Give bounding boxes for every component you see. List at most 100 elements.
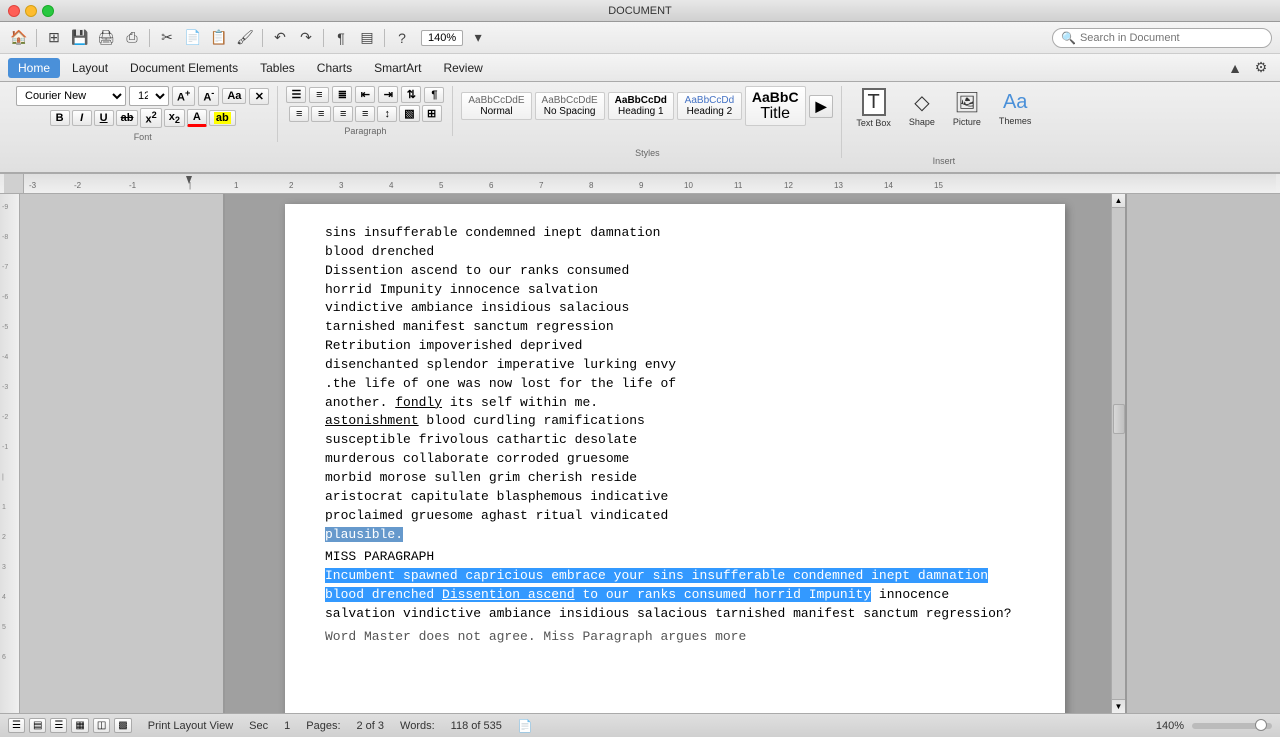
subscript-button[interactable]: x2 [164,109,185,127]
scroll-down-button[interactable]: ▼ [1112,699,1125,713]
insert-row: T Text Box ◇ Shape 🖼 Picture Aa Themes [850,86,1037,130]
view-btn-4[interactable]: ▦ [71,718,88,733]
zoom-slider[interactable] [1192,723,1272,729]
paste-icon[interactable]: 📋 [208,27,230,49]
redo-icon[interactable]: ↷ [295,27,317,49]
grid-icon[interactable]: ⊞ [43,27,65,49]
document-area[interactable]: sins insufferable condemned inept damnat… [225,194,1125,713]
search-input[interactable] [1080,32,1263,44]
menu-home[interactable]: Home [8,58,60,78]
collapse-ribbon-icon[interactable]: ▲ [1224,57,1246,79]
help-icon[interactable]: ? [391,27,413,49]
line-spacing-button[interactable]: ↕ [377,106,397,122]
align-right-button[interactable]: ≡ [333,106,353,122]
print-icon[interactable]: 🖨 [95,27,117,49]
menu-document-elements[interactable]: Document Elements [120,58,248,78]
font-group-label: Font [134,132,152,142]
increase-indent-button[interactable]: ⇥ [378,86,398,103]
svg-text:2: 2 [289,181,294,190]
scroll-thumb[interactable] [1113,404,1125,434]
left-panel: -9 -8 -7 -6 -5 -4 -3 -2 -1 | 1 2 3 4 5 6… [0,194,225,713]
font-case-button[interactable]: Aa [222,88,246,104]
font-color-button[interactable]: A [187,109,207,127]
options-icon[interactable]: ⚙ [1250,57,1272,79]
insert-themes-button[interactable]: Aa Themes [993,89,1038,128]
cut-icon[interactable]: ✂ [156,27,178,49]
align-left-button[interactable]: ≡ [289,106,309,122]
italic-button[interactable]: I [72,110,92,126]
minimize-button[interactable] [25,5,37,17]
superscript-button[interactable]: x2 [140,108,161,128]
themes-insert-icon: Aa [1003,91,1027,114]
print-layout-view: Print Layout View [148,720,233,732]
style-ns-preview: AaBbCcDdE [542,95,598,106]
vertical-scrollbar[interactable]: ▲ ▼ [1111,194,1125,713]
view-btn-6[interactable]: ▩ [114,718,131,733]
view-btn-3[interactable]: ☰ [50,718,67,733]
svg-text:-4: -4 [2,354,8,361]
style-no-spacing[interactable]: AaBbCcDdE No Spacing [535,92,605,120]
search-container: 🔍 [1052,28,1272,48]
maximize-button[interactable] [42,5,54,17]
bold-button[interactable]: B [50,110,70,126]
margins-icon[interactable]: ▤ [356,27,378,49]
zoom-level[interactable]: 140% [421,30,463,46]
pages-label: Pages: [306,720,340,732]
scroll-up-button[interactable]: ▲ [1112,194,1125,208]
highlight-button[interactable]: ab [209,110,236,126]
svg-text:-7: -7 [2,264,8,271]
justify-button[interactable]: ≡ [355,106,375,122]
style-normal[interactable]: AaBbCcDdE Normal [461,92,531,120]
insert-picture-button[interactable]: 🖼 Picture [947,88,987,129]
decrease-indent-button[interactable]: ⇤ [355,86,375,103]
zoom-dropdown-icon[interactable]: ▾ [467,27,489,49]
document-page[interactable]: sins insufferable condemned inept damnat… [285,204,1065,713]
strikethrough-button[interactable]: ab [116,110,139,126]
font-select[interactable]: Courier New [16,86,126,106]
save-icon[interactable]: 💾 [69,27,91,49]
word-count: 118 of 535 [451,720,502,732]
font-size-select[interactable]: 12 [129,86,169,106]
close-button[interactable] [8,5,20,17]
pilcrow-button[interactable]: ¶ [424,87,444,103]
clear-format-button[interactable]: ✕ [249,88,269,105]
print2-icon[interactable]: ⎙ [121,27,143,49]
insert-textbox-button[interactable]: T Text Box [850,86,897,130]
svg-text:11: 11 [734,181,743,190]
copy-icon[interactable]: 📄 [182,27,204,49]
style-h1-preview: AaBbCcDd [615,95,667,106]
styles-more-button[interactable]: ▶ [809,95,834,118]
borders-button[interactable]: ⊞ [422,105,442,122]
align-center-button[interactable]: ≡ [311,106,331,122]
font-grow-button[interactable]: A+ [172,86,195,106]
view-btn-5[interactable]: ◫ [93,718,110,733]
shading-button[interactable]: ▧ [399,105,419,122]
style-heading2[interactable]: AaBbCcDd Heading 2 [677,92,742,120]
insert-shape-button[interactable]: ◇ Shape [903,88,941,129]
font-shrink-button[interactable]: A- [198,86,219,106]
undo-icon[interactable]: ↶ [269,27,291,49]
svg-text:6: 6 [489,181,494,190]
menu-charts[interactable]: Charts [307,58,362,78]
style-title[interactable]: AaBbC Title [745,86,806,126]
multilevel-button[interactable]: ≣ [332,86,352,103]
style-normal-label: Normal [468,106,524,117]
underline-button[interactable]: U [94,110,114,126]
home-icon[interactable]: 🏠 [8,27,30,49]
pilcrow-icon[interactable]: ¶ [330,27,352,49]
zoom-thumb[interactable] [1255,719,1267,731]
format-painter-icon[interactable]: 🖌 [234,27,256,49]
menu-layout[interactable]: Layout [62,58,118,78]
menu-tables[interactable]: Tables [250,58,305,78]
menu-bar: Home Layout Document Elements Tables Cha… [0,54,1280,82]
view-btn-1[interactable]: ☰ [8,718,25,733]
menu-review[interactable]: Review [433,58,492,78]
menu-smartart[interactable]: SmartArt [364,58,431,78]
numbering-button[interactable]: ≡ [309,87,329,103]
style-heading1[interactable]: AaBbCcDd Heading 1 [608,92,674,120]
shape-label: Shape [909,117,935,127]
ribbon-controls: ▲ ⚙ [1224,57,1272,79]
view-btn-2[interactable]: ▤ [29,718,46,733]
bullets-button[interactable]: ☰ [286,86,306,103]
sort-button[interactable]: ⇅ [401,86,421,103]
